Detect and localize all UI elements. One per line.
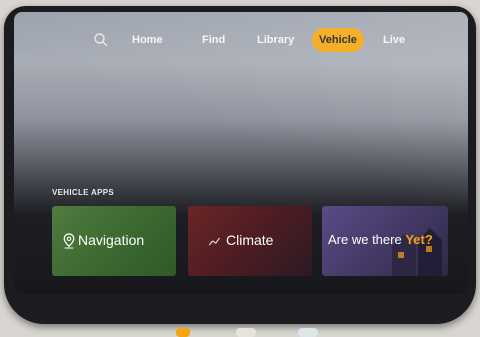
search-icon[interactable] xyxy=(92,31,110,49)
infotainment-screen: Home Find Library Vehicle Live VEHICLE A… xyxy=(14,12,468,294)
map-pin-icon xyxy=(63,233,75,249)
nav-tab-library[interactable]: Library xyxy=(257,28,294,52)
tile-label-trip-prefix: Are we there xyxy=(328,232,406,247)
top-nav: Home Find Library Vehicle Live xyxy=(14,28,468,52)
tile-label-trip: Are we there Yet? xyxy=(328,232,433,247)
console-knob-right xyxy=(298,328,318,337)
fan-icon xyxy=(209,237,220,246)
console-base xyxy=(140,322,340,337)
console-knob-center xyxy=(236,328,256,337)
section-title: VEHICLE APPS xyxy=(52,188,114,197)
nav-tab-live[interactable]: Live xyxy=(383,28,405,52)
nav-tab-home[interactable]: Home xyxy=(132,28,163,52)
nav-tab-vehicle[interactable]: Vehicle xyxy=(312,28,364,52)
app-tile-navigation[interactable]: Navigation xyxy=(52,206,176,276)
app-tile-are-we-there-yet[interactable]: Are we there Yet? xyxy=(322,206,448,276)
tile-label-climate: Climate xyxy=(226,232,274,248)
console-knob-left xyxy=(176,328,190,337)
app-tile-climate[interactable]: Climate xyxy=(188,206,312,276)
tile-label-navigation: Navigation xyxy=(78,232,145,248)
nav-tab-find[interactable]: Find xyxy=(202,28,225,52)
tile-label-trip-highlight: Yet? xyxy=(405,232,433,247)
